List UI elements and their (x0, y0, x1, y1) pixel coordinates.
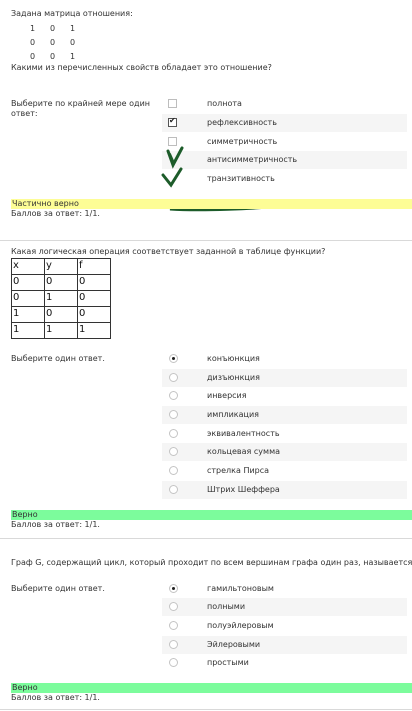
option-label: конъюнкция (207, 354, 260, 363)
option-label: полуэйлеровым (207, 621, 274, 630)
matrix-row: 0 0 0 (30, 36, 90, 50)
q2-option[interactable]: Штрих Шеффера (162, 481, 407, 499)
option-label: рефлексивность (207, 118, 277, 127)
radio[interactable] (169, 429, 178, 438)
q3-option[interactable]: гамильтоновым (162, 580, 407, 598)
radio[interactable] (169, 640, 178, 649)
q3-option[interactable]: полными (162, 598, 407, 616)
option-label: полнота (207, 99, 242, 108)
radio[interactable] (169, 373, 178, 382)
q1-intro: Задана матрица отношения: (11, 9, 133, 18)
table-row: 100 (11, 306, 111, 323)
divider (0, 240, 412, 241)
option-label: антисимметричность (207, 155, 298, 164)
truth-table: xyf 000 010 100 111 (11, 258, 111, 339)
q2-score: Баллов за ответ: 1/1. (11, 520, 100, 529)
table-row: 000 (11, 274, 111, 291)
q3-option[interactable]: простыми (162, 654, 407, 672)
radio[interactable] (169, 391, 178, 400)
q2-option[interactable]: конъюнкция (162, 350, 407, 368)
matrix-cell: 0 (30, 38, 36, 47)
radio[interactable] (169, 466, 178, 475)
option-label: простыми (207, 658, 249, 667)
option-label: импликация (207, 410, 259, 419)
q1-prompt: Выберите по крайней мере один ответ: (11, 99, 150, 118)
q2-prompt: Выберите один ответ. (11, 354, 105, 363)
matrix-cell: 0 (70, 38, 76, 47)
q2-option[interactable]: кольцевая сумма (162, 443, 407, 461)
handwritten-checkmark-icon (161, 146, 184, 188)
q1-option[interactable]: полнота (162, 95, 407, 113)
matrix-cell: 1 (70, 24, 76, 33)
relation-matrix: 1 0 1 0 0 0 0 0 1 (30, 22, 90, 64)
option-label: эквивалентность (207, 429, 280, 438)
q1-option[interactable]: рефлексивность (162, 114, 407, 132)
matrix-cell: 1 (70, 52, 76, 61)
matrix-cell: 0 (50, 24, 56, 33)
q1-option[interactable]: транзитивность (162, 170, 407, 188)
matrix-row: 1 0 1 (30, 22, 90, 36)
divider (0, 538, 412, 539)
q2-option[interactable]: стрелка Пирса (162, 462, 407, 480)
radio[interactable] (169, 485, 178, 494)
q1-question: Какими из перечисленных свойств обладает… (11, 63, 272, 72)
matrix-cell: 1 (30, 24, 36, 33)
q2-question: Какая логическая операция соответствует … (11, 247, 326, 256)
radio[interactable] (169, 447, 178, 456)
q2-option[interactable]: импликация (162, 406, 407, 424)
table-row: xyf (11, 258, 111, 275)
option-label: кольцевая сумма (207, 447, 280, 456)
radio-selected[interactable] (169, 354, 178, 363)
radio[interactable] (169, 410, 178, 419)
q2-option[interactable]: инверсия (162, 387, 407, 405)
matrix-cell: 0 (50, 52, 56, 61)
q3-question: Граф G, содержащий цикл, который проходи… (11, 558, 412, 567)
q1-score: Баллов за ответ: 1/1. (11, 209, 100, 218)
radio[interactable] (169, 658, 178, 667)
checkbox-checked[interactable] (168, 116, 177, 127)
option-label: гамильтоновым (207, 584, 274, 593)
q2-option[interactable]: эквивалентность (162, 425, 407, 443)
matrix-cell: 0 (50, 38, 56, 47)
option-label: стрелка Пирса (207, 466, 270, 475)
option-label: Эйлеровыми (207, 640, 261, 649)
table-row: 111 (11, 322, 111, 339)
q2-option[interactable]: дизъюнкция (162, 369, 407, 387)
q3-option[interactable]: Эйлеровыми (162, 636, 407, 654)
radio-selected[interactable] (169, 584, 178, 593)
option-label: Штрих Шеффера (207, 485, 280, 494)
divider (0, 709, 412, 710)
q2-feedback: Верно (11, 510, 412, 520)
q3-feedback: Верно (11, 683, 412, 693)
option-label: инверсия (207, 391, 247, 400)
table-row: 010 (11, 290, 111, 307)
option-label: полными (207, 602, 246, 611)
q3-prompt: Выберите один ответ. (11, 584, 105, 593)
q1-option[interactable]: антисимметричность (162, 151, 407, 169)
q1-feedback: Частично верно (11, 199, 412, 209)
matrix-row: 0 0 1 (30, 50, 90, 64)
q3-option[interactable]: полуэйлеровым (162, 617, 407, 635)
checkbox[interactable] (168, 99, 177, 108)
radio[interactable] (169, 621, 178, 630)
option-label: симметричность (207, 137, 278, 146)
matrix-cell: 0 (30, 52, 36, 61)
q1-option[interactable]: симметричность (162, 133, 407, 151)
option-label: дизъюнкция (207, 373, 260, 382)
radio[interactable] (169, 602, 178, 611)
q3-score: Баллов за ответ: 1/1. (11, 693, 100, 702)
option-label: транзитивность (207, 174, 275, 183)
